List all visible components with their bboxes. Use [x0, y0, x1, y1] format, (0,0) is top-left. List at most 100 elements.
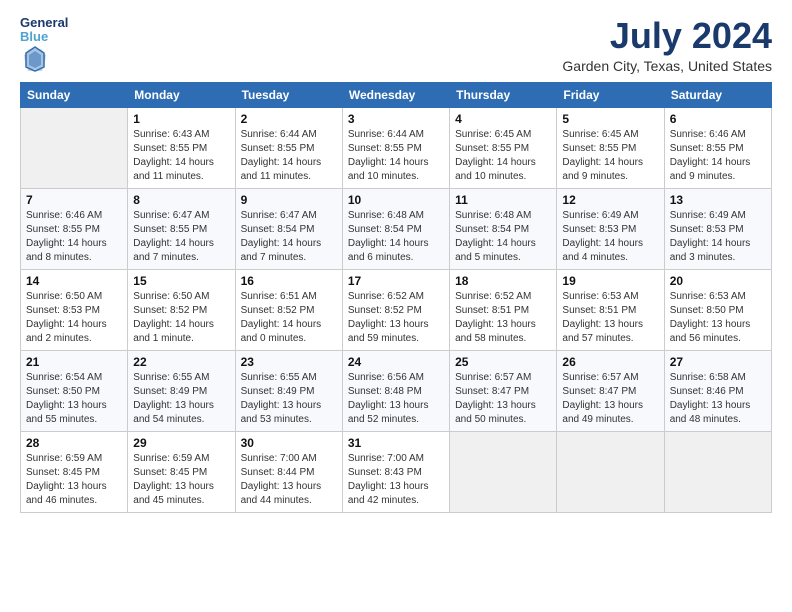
- day-info: Sunrise: 6:58 AM Sunset: 8:46 PM Dayligh…: [670, 371, 766, 427]
- day-number: 4: [455, 112, 551, 126]
- header: General Blue July 2024 Garden City, Texa…: [20, 16, 772, 74]
- title-block: July 2024 Garden City, Texas, United Sta…: [562, 16, 772, 74]
- day-info: Sunrise: 6:52 AM Sunset: 8:52 PM Dayligh…: [348, 290, 444, 346]
- weekday-row: SundayMondayTuesdayWednesdayThursdayFrid…: [21, 82, 772, 107]
- calendar-cell: 8Sunrise: 6:47 AM Sunset: 8:55 PM Daylig…: [128, 188, 235, 269]
- calendar-cell: 4 Sunrise: 6:45 AM Sunset: 8:55 PM Daylig…: [450, 107, 557, 188]
- day-number: 31: [348, 436, 444, 450]
- calendar-cell: [21, 107, 128, 188]
- calendar-cell: 21Sunrise: 6:54 AM Sunset: 8:50 PM Dayli…: [21, 350, 128, 431]
- logo-text: General Blue: [20, 16, 68, 45]
- day-number: 14: [26, 274, 122, 288]
- calendar-cell: 28 Sunrise: 6:59 AM Sunset: 8:45 PM Dayli…: [21, 431, 128, 512]
- calendar-cell: 11 Sunrise: 6:48 AM Sunset: 8:54 PM Dayli…: [450, 188, 557, 269]
- day-info: Sunrise: 6:48 AM Sunset: 8:54 PM Dayligh…: [455, 209, 551, 265]
- day-number: 9: [241, 193, 337, 207]
- weekday-monday: Monday: [128, 82, 235, 107]
- day-number: 11: [455, 193, 551, 207]
- day-info: Sunrise: 6:55 AM Sunset: 8:49 PM Dayligh…: [133, 371, 229, 427]
- calendar-cell: 18 Sunrise: 6:52 AM Sunset: 8:51 PM Dayli…: [450, 269, 557, 350]
- day-number: 28: [26, 436, 122, 450]
- day-info: Sunrise: 6:43 AM Sunset: 8:55 PM Dayligh…: [133, 128, 229, 184]
- calendar-cell: 5Sunrise: 6:45 AM Sunset: 8:55 PM Daylig…: [557, 107, 664, 188]
- calendar-cell: 27 Sunrise: 6:58 AM Sunset: 8:46 PM Dayli…: [664, 350, 771, 431]
- day-number: 30: [241, 436, 337, 450]
- day-number: 3: [348, 112, 444, 126]
- day-info: Sunrise: 6:50 AM Sunset: 8:53 PM Dayligh…: [26, 290, 122, 346]
- day-info: Sunrise: 6:53 AM Sunset: 8:50 PM Dayligh…: [670, 290, 766, 346]
- day-info: Sunrise: 6:53 AM Sunset: 8:51 PM Dayligh…: [562, 290, 658, 346]
- day-number: 2: [241, 112, 337, 126]
- weekday-saturday: Saturday: [664, 82, 771, 107]
- day-info: Sunrise: 6:52 AM Sunset: 8:51 PM Dayligh…: [455, 290, 551, 346]
- day-info: Sunrise: 6:46 AM Sunset: 8:55 PM Dayligh…: [670, 128, 766, 184]
- calendar-cell: 26Sunrise: 6:57 AM Sunset: 8:47 PM Dayli…: [557, 350, 664, 431]
- day-info: Sunrise: 7:00 AM Sunset: 8:43 PM Dayligh…: [348, 452, 444, 508]
- day-info: Sunrise: 6:57 AM Sunset: 8:47 PM Dayligh…: [562, 371, 658, 427]
- calendar-cell: 24 Sunrise: 6:56 AM Sunset: 8:48 PM Dayli…: [342, 350, 449, 431]
- calendar-body: 1Sunrise: 6:43 AM Sunset: 8:55 PM Daylig…: [21, 107, 772, 512]
- day-number: 22: [133, 355, 229, 369]
- day-number: 21: [26, 355, 122, 369]
- month-title: July 2024: [562, 16, 772, 56]
- day-number: 7: [26, 193, 122, 207]
- day-info: Sunrise: 6:59 AM Sunset: 8:45 PM Dayligh…: [26, 452, 122, 508]
- calendar-cell: 29 Sunrise: 6:59 AM Sunset: 8:45 PM Dayli…: [128, 431, 235, 512]
- calendar-cell: 14 Sunrise: 6:50 AM Sunset: 8:53 PM Dayli…: [21, 269, 128, 350]
- day-number: 16: [241, 274, 337, 288]
- calendar-cell: 1Sunrise: 6:43 AM Sunset: 8:55 PM Daylig…: [128, 107, 235, 188]
- day-info: Sunrise: 7:00 AM Sunset: 8:44 PM Dayligh…: [241, 452, 337, 508]
- day-info: Sunrise: 6:45 AM Sunset: 8:55 PM Dayligh…: [455, 128, 551, 184]
- day-number: 13: [670, 193, 766, 207]
- day-info: Sunrise: 6:49 AM Sunset: 8:53 PM Dayligh…: [670, 209, 766, 265]
- day-number: 6: [670, 112, 766, 126]
- weekday-sunday: Sunday: [21, 82, 128, 107]
- logo-icon: [24, 45, 46, 73]
- day-number: 18: [455, 274, 551, 288]
- calendar-cell: 31 Sunrise: 7:00 AM Sunset: 8:43 PM Dayli…: [342, 431, 449, 512]
- calendar-cell: [450, 431, 557, 512]
- calendar-cell: 22 Sunrise: 6:55 AM Sunset: 8:49 PM Dayli…: [128, 350, 235, 431]
- day-info: Sunrise: 6:51 AM Sunset: 8:52 PM Dayligh…: [241, 290, 337, 346]
- day-number: 25: [455, 355, 551, 369]
- calendar-cell: 30 Sunrise: 7:00 AM Sunset: 8:44 PM Dayli…: [235, 431, 342, 512]
- weekday-tuesday: Tuesday: [235, 82, 342, 107]
- logo-line1: General: [20, 16, 68, 30]
- calendar-cell: 9 Sunrise: 6:47 AM Sunset: 8:54 PM Daylig…: [235, 188, 342, 269]
- weekday-wednesday: Wednesday: [342, 82, 449, 107]
- day-number: 24: [348, 355, 444, 369]
- calendar-cell: 16 Sunrise: 6:51 AM Sunset: 8:52 PM Dayli…: [235, 269, 342, 350]
- day-info: Sunrise: 6:47 AM Sunset: 8:54 PM Dayligh…: [241, 209, 337, 265]
- calendar-cell: [557, 431, 664, 512]
- calendar-cell: 20Sunrise: 6:53 AM Sunset: 8:50 PM Dayli…: [664, 269, 771, 350]
- page: General Blue July 2024 Garden City, Texa…: [0, 0, 792, 523]
- calendar-cell: 15Sunrise: 6:50 AM Sunset: 8:52 PM Dayli…: [128, 269, 235, 350]
- day-number: 29: [133, 436, 229, 450]
- calendar-cell: 12Sunrise: 6:49 AM Sunset: 8:53 PM Dayli…: [557, 188, 664, 269]
- calendar-cell: [664, 431, 771, 512]
- week-row-0: 1Sunrise: 6:43 AM Sunset: 8:55 PM Daylig…: [21, 107, 772, 188]
- calendar-cell: 13 Sunrise: 6:49 AM Sunset: 8:53 PM Dayli…: [664, 188, 771, 269]
- logo-line2: Blue: [20, 30, 68, 44]
- day-info: Sunrise: 6:59 AM Sunset: 8:45 PM Dayligh…: [133, 452, 229, 508]
- day-number: 19: [562, 274, 658, 288]
- day-info: Sunrise: 6:57 AM Sunset: 8:47 PM Dayligh…: [455, 371, 551, 427]
- day-number: 17: [348, 274, 444, 288]
- day-info: Sunrise: 6:48 AM Sunset: 8:54 PM Dayligh…: [348, 209, 444, 265]
- day-number: 27: [670, 355, 766, 369]
- calendar-cell: 7 Sunrise: 6:46 AM Sunset: 8:55 PM Daylig…: [21, 188, 128, 269]
- calendar-cell: 25 Sunrise: 6:57 AM Sunset: 8:47 PM Dayli…: [450, 350, 557, 431]
- calendar-cell: 23 Sunrise: 6:55 AM Sunset: 8:49 PM Dayli…: [235, 350, 342, 431]
- day-number: 10: [348, 193, 444, 207]
- day-info: Sunrise: 6:46 AM Sunset: 8:55 PM Dayligh…: [26, 209, 122, 265]
- calendar-cell: 3Sunrise: 6:44 AM Sunset: 8:55 PM Daylig…: [342, 107, 449, 188]
- day-number: 23: [241, 355, 337, 369]
- logo: General Blue: [20, 16, 68, 73]
- week-row-2: 14 Sunrise: 6:50 AM Sunset: 8:53 PM Dayli…: [21, 269, 772, 350]
- weekday-thursday: Thursday: [450, 82, 557, 107]
- day-info: Sunrise: 6:55 AM Sunset: 8:49 PM Dayligh…: [241, 371, 337, 427]
- day-info: Sunrise: 6:50 AM Sunset: 8:52 PM Dayligh…: [133, 290, 229, 346]
- location: Garden City, Texas, United States: [562, 58, 772, 74]
- calendar-cell: 19 Sunrise: 6:53 AM Sunset: 8:51 PM Dayli…: [557, 269, 664, 350]
- day-info: Sunrise: 6:56 AM Sunset: 8:48 PM Dayligh…: [348, 371, 444, 427]
